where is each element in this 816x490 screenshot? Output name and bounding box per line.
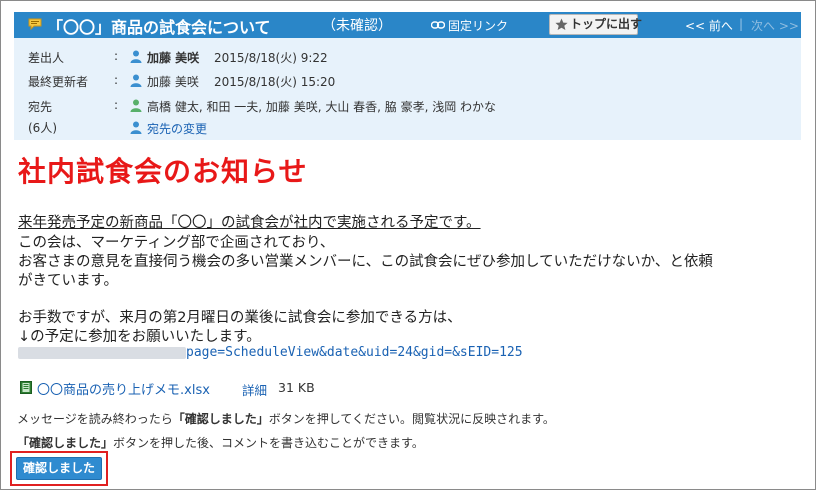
schedule-link-text[interactable]: page=ScheduleView&date&uid=24&gid=&sEID=… [186,345,523,360]
pin-to-top-label: トップに出す [570,17,643,31]
user-icon [130,74,142,87]
confirm-read-button[interactable]: 確認しました [16,457,102,480]
body-line: お客さまの意見を直接伺う機会の多い営業メンバーに、この試食会にぜひ参加していただ… [18,254,713,270]
attachment-filename[interactable]: 〇〇商品の売り上げメモ.xlsx [37,379,210,398]
user-icon [130,50,142,63]
attachment-size: 31 KB [278,380,315,395]
recipients-label: 宛先 [28,100,53,114]
body-line: がきています。 [18,273,119,289]
body-line: ↓の予定に参加をお願いいたします。 [18,329,261,345]
excel-file-icon [20,381,32,394]
change-recipients-link[interactable]: 宛先の変更 [147,120,207,137]
read-notice: メッセージを読み終わったら「確認しました」ボタンを押してください。閲覧状況に反映… [17,412,555,426]
comment-notice: 「確認しました」ボタンを押した後、コメントを書き込むことができます。 [17,436,424,450]
schedule-link[interactable]: page=ScheduleView&date&uid=24&gid=&sEID=… [18,345,523,360]
next-link[interactable]: 次へ >> [751,17,799,34]
recipients-list[interactable]: 高橋 健太, 和田 一夫, 加藤 美咲, 大山 春香, 脇 豪孝, 浅岡 わかな [147,98,496,115]
read-status: （未確認） [322,18,392,34]
body-line: この会は、マーケティング部で企画されており、 [18,235,335,251]
body-line: お手数ですが、来月の第2月曜日の業後に試食会に参加できる方は、 [18,310,462,326]
updater-name[interactable]: 加藤 美咲 [147,73,199,90]
permalink-link[interactable]: 固定リンク [448,17,508,34]
sender-date: 2015/8/18(火) 9:22 [214,51,328,65]
meta-colon: : [114,73,119,87]
meta-colon: : [114,49,119,63]
message-headline: 社内試食会のお知らせ [18,155,308,188]
prev-link[interactable]: << 前へ [685,17,733,34]
nav-separator: | [739,17,744,31]
meta-colon: : [114,98,119,112]
confirm-button-highlight: 確認しました [10,451,108,486]
sender-label: 差出人 [28,51,65,65]
message-title-bar: 「〇〇」商品の試食会について （未確認） 固定リンク トップに出す << 前へ … [14,12,801,38]
updater-label: 最終更新者 [28,75,89,89]
message-icon [28,18,42,30]
recipients-count: (6人) [28,121,57,135]
pin-to-top-button[interactable]: トップに出す [549,14,642,35]
message-title: 「〇〇」商品の試食会について [47,18,271,37]
user-icon [130,121,142,134]
redacted-url-part [18,346,186,359]
link-icon[interactable] [431,21,445,29]
sender-name[interactable]: 加藤 美咲 [147,49,199,66]
star-icon [555,18,568,30]
message-meta-panel: 差出人 : 加藤 美咲 2015/8/18(火) 9:22 最終更新者 : 加藤… [14,38,801,140]
updater-date: 2015/8/18(火) 15:20 [214,75,336,89]
users-icon [130,99,142,112]
attachment-detail-link[interactable]: 詳細 [242,380,267,399]
body-line: 来年発売予定の新商品「〇〇」の試食会が社内で実施される予定です。 [18,215,481,231]
